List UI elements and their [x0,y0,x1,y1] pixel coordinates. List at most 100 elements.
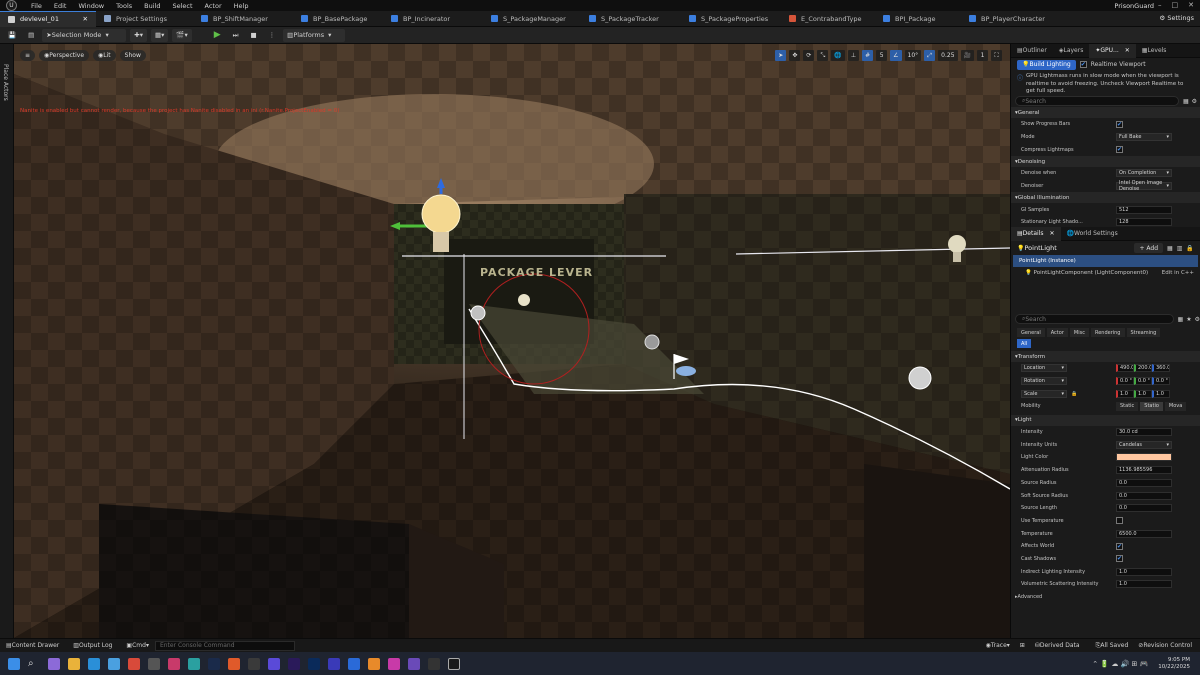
file-explorer-icon[interactable] [68,657,80,670]
property-checkbox[interactable]: ✔ [1116,542,1123,550]
chrome-icon[interactable] [128,657,140,670]
level-viewport[interactable]: ≡ ◉ Perspective ◉ Lit Show ➤ ✥ ⟳ ⤡ 🌐 ⊥ #… [14,44,1010,638]
output-log-button[interactable]: ▥ Output Log [73,642,112,649]
app-icon[interactable] [148,657,160,670]
premiere-icon[interactable] [288,657,300,670]
category-general[interactable]: General [1017,328,1045,337]
property-dropdown[interactable]: Full Bake ▾ [1116,133,1172,142]
unreal-logo-icon[interactable]: U [6,0,17,11]
gpu-section-header[interactable]: ▾ General [1011,107,1200,118]
gpu-section-header[interactable]: ▾ Global Illumination [1011,192,1200,204]
scale-tool-icon[interactable]: ⤡ [817,50,829,61]
app-icon[interactable] [228,657,240,670]
settings-gear-icon[interactable]: ⚙ [1195,316,1200,323]
add-component-button[interactable]: + Add [1134,243,1164,253]
camera-speed-value[interactable]: 1 [977,50,988,61]
menu-actor[interactable]: Actor [205,2,222,10]
app-icon[interactable] [248,657,260,670]
cmd-dropdown[interactable]: ▣ Cmd ▾ [126,642,149,649]
tab-bpi-package[interactable]: BPI_Package [875,11,961,27]
rotation-snap-icon[interactable]: ∠ [890,50,902,61]
app-icon[interactable] [348,657,360,670]
tab-bp-shiftmanager[interactable]: BP_ShiftManager [193,11,293,27]
category-all[interactable]: All [1017,339,1032,348]
scale-y-field[interactable]: 1.0 [1134,389,1152,398]
play-options-button[interactable]: ⋮ [265,29,280,42]
menu-file[interactable]: File [31,2,42,10]
edge-browser-icon[interactable] [88,657,100,670]
tab-outliner[interactable]: ▤ Outliner [1011,44,1053,58]
component-tree-item[interactable]: 💡 PointLightComponent (LightComponent0) … [1011,267,1200,279]
menu-tools[interactable]: Tools [116,2,132,10]
category-actor[interactable]: Actor [1046,328,1068,337]
property-dropdown[interactable]: Intel Open Image Denoise ▾ [1116,180,1172,192]
tab-gpu-lightmass[interactable]: ✦ GPU... ✕ [1089,43,1136,58]
property-field[interactable]: 6500.0 [1116,529,1172,538]
location-dropdown[interactable]: Location ▾ [1021,364,1067,373]
trace-button[interactable]: ◉ Trace ▾ [986,642,1010,649]
property-field[interactable]: 1136.985596 [1116,466,1172,475]
camera-speed-icon[interactable]: 🎥 [960,50,974,61]
content-drawer-button[interactable]: ▤ Content Drawer [6,642,59,649]
rotate-tool-icon[interactable]: ⟳ [803,50,815,61]
tab-devlevel[interactable]: devlevel_01 ✕ [0,10,96,27]
build-lighting-button[interactable]: 💡 Build Lighting [1017,59,1076,70]
steam-icon[interactable] [208,657,220,670]
location-y-field[interactable]: 200.0 [1134,364,1152,373]
advanced-row[interactable]: ▸ Advanced [1011,591,1200,604]
epic-games-icon[interactable] [428,657,440,670]
tab-bp-basepackage[interactable]: BP_BasePackage [293,11,383,27]
grid-snap-value[interactable]: 5 [876,50,888,61]
view-options-icon[interactable]: ▦ [1183,98,1189,105]
scale-x-field[interactable]: 1.0 [1116,389,1134,398]
select-tool-icon[interactable]: ➤ [775,50,787,61]
rotation-snap-value[interactable]: 10° [904,50,922,61]
location-z-field[interactable]: 360.0 [1152,364,1170,373]
close-icon[interactable]: ✕ [1188,1,1194,9]
revision-control-button[interactable]: ⊘ Revision Control [1138,642,1192,649]
unreal-editor-icon[interactable] [448,657,460,670]
mobility-movable-button[interactable]: Movа [1164,401,1187,411]
property-checkbox[interactable]: ✔ [1116,555,1123,563]
cinematics-icon[interactable]: 🎬▾ [172,28,192,42]
tab-close-icon[interactable]: ✕ [1049,230,1054,237]
tab-s-packagetracker[interactable]: S_PackageTracker [581,11,681,27]
lit-button[interactable]: ◉ Lit [93,50,116,61]
property-checkbox[interactable]: ✔ [1116,120,1123,128]
photoshop-icon[interactable] [308,657,320,670]
tab-s-packageproperties[interactable]: S_PackageProperties [681,11,781,27]
world-space-icon[interactable]: 🌐 [831,50,845,61]
component-tree-instance[interactable]: PointLight (Instance) [1013,255,1198,267]
search-icon[interactable]: ⌕ [28,658,40,670]
rotation-z-field[interactable]: 0.0 ° [1152,377,1170,386]
tab-details[interactable]: ▤ Details ✕ [1011,226,1061,241]
app-icon[interactable] [168,657,180,670]
scale-snap-value[interactable]: 0.25 [938,50,958,61]
scale-snap-icon[interactable]: ⤢ [924,50,936,61]
property-field[interactable]: 512 [1116,205,1172,214]
property-field[interactable]: 0.0 [1116,478,1172,487]
category-streaming[interactable]: Streaming [1126,328,1161,337]
property-field[interactable]: 128 [1116,218,1172,227]
menu-window[interactable]: Window [78,2,104,10]
realtime-viewport-checkbox[interactable]: ✔ [1079,61,1087,68]
clock[interactable]: 9:05 PM 10/22/2025 [1158,657,1190,671]
app-icon[interactable] [328,657,340,670]
tab-bp-incinerator[interactable]: BP_Incinerator [383,11,483,27]
location-x-field[interactable]: 490.0 [1116,364,1134,373]
tab-levels[interactable]: ▦ Levels [1136,44,1173,58]
details-search-input[interactable]: ⌕ Search [1015,314,1174,324]
windows-start-icon[interactable] [8,657,20,670]
lock-icon[interactable]: 🔒 [1071,391,1077,397]
maximize-icon[interactable]: □ [1172,1,1179,9]
light-section[interactable]: ▾ Light [1011,414,1200,426]
gpu-section-header[interactable]: ▾ Denoising [1011,156,1200,168]
property-checkbox[interactable] [1116,517,1123,525]
discord-icon[interactable] [268,657,280,670]
property-field[interactable]: 1.0 [1116,580,1172,589]
tab-s-packagemanager[interactable]: S_PackageManager [483,11,581,27]
show-button[interactable]: Show [119,50,146,61]
rotation-x-field[interactable]: 0.0 ° [1116,377,1134,386]
menu-select[interactable]: Select [172,2,192,10]
grid-snap-icon[interactable]: # [862,50,874,61]
